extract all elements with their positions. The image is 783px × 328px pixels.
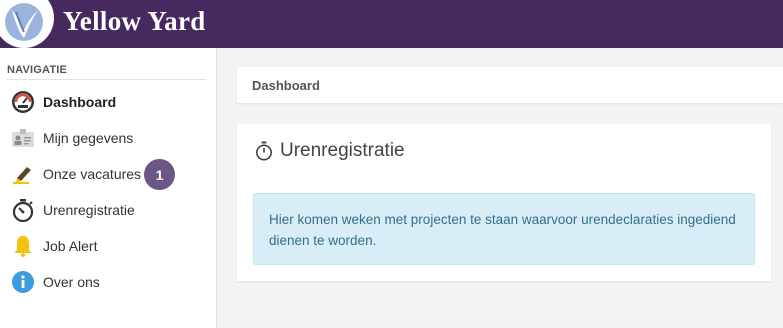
bell-icon (11, 234, 35, 258)
yellow-yard-logo-icon (0, 0, 54, 48)
sidebar-item-label: Dashboard (43, 94, 117, 110)
stopwatch-icon (11, 198, 35, 222)
sidebar-item-label: Mijn gegevens (43, 130, 134, 146)
vacatures-count-badge: 1 (144, 159, 175, 190)
dashboard-gauge-icon (11, 90, 35, 114)
breadcrumb-current: Dashboard (252, 78, 320, 93)
sidebar-item-label: Urenregistratie (43, 202, 135, 218)
id-card-icon (11, 126, 35, 150)
info-alert: Hier komen weken met projecten te staan … (253, 193, 755, 265)
panel-title: Urenregistratie (254, 140, 405, 162)
nav-heading: NAVIGATIE (7, 64, 68, 76)
urenregistratie-panel: Urenregistratie Hier komen weken met pro… (237, 124, 771, 281)
sidebar: NAVIGATIE Dashboard Mijn gegevens Onze v… (0, 48, 217, 328)
info-icon (11, 270, 35, 294)
sidebar-item-onze-vacatures[interactable]: Onze vacatures 1 (0, 156, 216, 192)
top-bar: Yellow Yard (0, 0, 783, 48)
nav-divider (7, 79, 206, 80)
sidebar-item-label: Over ons (43, 274, 100, 290)
sidebar-item-label: Job Alert (43, 238, 98, 254)
sidebar-item-label: Onze vacatures (43, 166, 142, 182)
sidebar-item-over-ons[interactable]: Over ons (0, 264, 216, 300)
sidebar-item-mijn-gegevens[interactable]: Mijn gegevens (0, 120, 216, 156)
brand-name[interactable]: Yellow Yard (63, 6, 206, 37)
sidebar-item-job-alert[interactable]: Job Alert (0, 228, 216, 264)
breadcrumb: Dashboard (237, 67, 783, 103)
pen-icon (11, 162, 35, 186)
sidebar-item-dashboard[interactable]: Dashboard (0, 84, 216, 120)
sidebar-item-urenregistratie[interactable]: Urenregistratie (0, 192, 216, 228)
panel-title-text: Urenregistratie (280, 140, 405, 161)
stopwatch-outline-icon (256, 141, 272, 161)
